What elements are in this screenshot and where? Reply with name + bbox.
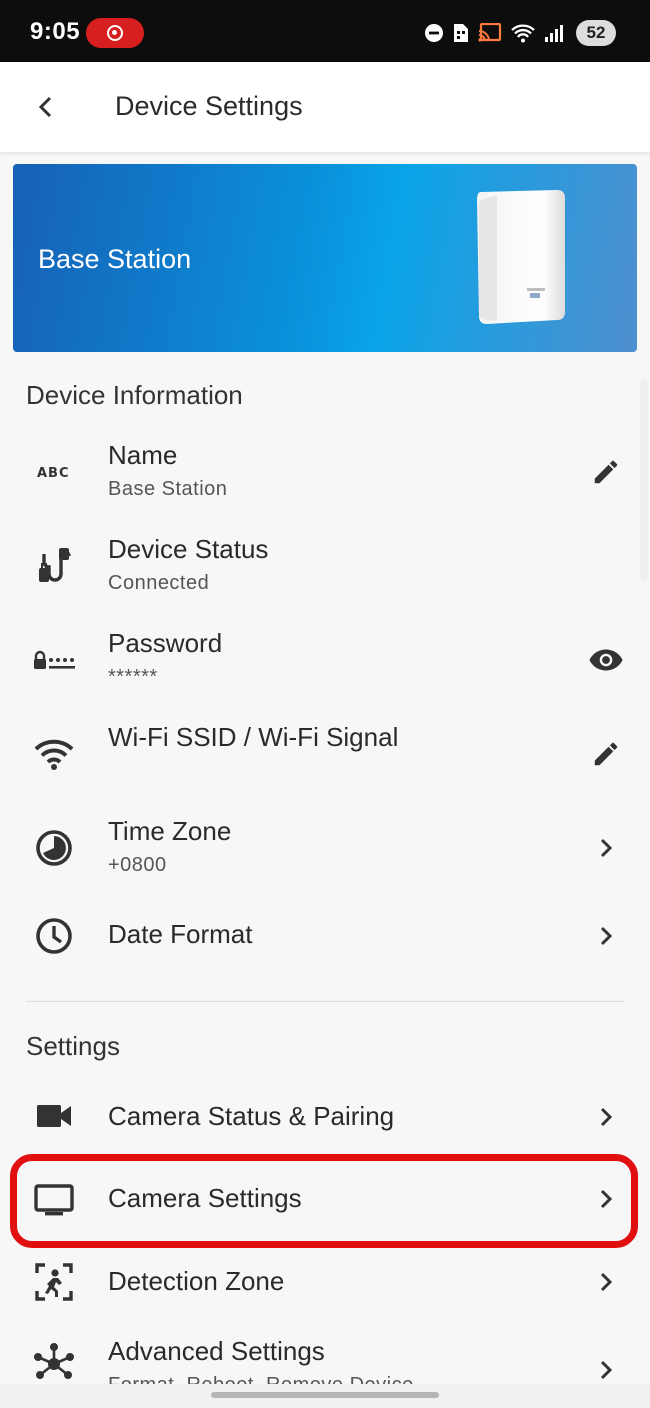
detection-zone-icon	[32, 1260, 76, 1304]
monitor-icon	[32, 1178, 76, 1222]
date-format-row[interactable]: Date Format	[0, 900, 650, 972]
hub-network-icon	[32, 1342, 76, 1384]
chevron-right-icon	[600, 1272, 613, 1292]
video-camera-icon	[32, 1094, 76, 1138]
edit-wifi-button[interactable]	[586, 734, 626, 774]
time-zone-label: Time Zone	[108, 816, 232, 846]
abc-text-icon: ABC	[32, 450, 76, 494]
password-label: Password	[108, 628, 223, 658]
chevron-right-icon	[600, 1360, 613, 1380]
edit-name-button[interactable]	[586, 452, 626, 492]
wifi-row[interactable]: Wi-Fi SSID / Wi-Fi Signal	[0, 712, 650, 802]
clock-icon	[32, 914, 76, 958]
password-icon	[32, 638, 76, 682]
chevron-right-icon	[600, 1107, 613, 1127]
detection-zone-chevron	[586, 1262, 626, 1302]
advanced-settings-row[interactable]: Advanced Settings Format, Reboot, Remove…	[0, 1326, 650, 1384]
cast-icon	[478, 23, 502, 42]
camera-settings-row[interactable]: Camera Settings	[0, 1162, 650, 1238]
status-bar: 9:05 52	[0, 0, 650, 62]
time-zone-chevron	[586, 828, 626, 868]
time-zone-value: +0800	[108, 854, 167, 876]
name-label: Name	[108, 440, 178, 470]
section-divider	[26, 1001, 624, 1002]
device-status-label: Device Status	[108, 534, 269, 564]
edit-pencil-icon	[594, 742, 618, 766]
wifi-label: Wi-Fi SSID / Wi-Fi Signal	[108, 722, 399, 752]
camera-status-pairing-row[interactable]: Camera Status & Pairing	[0, 1080, 650, 1152]
chevron-right-icon	[600, 838, 613, 858]
power-plug-icon	[32, 544, 76, 588]
gesture-nav-bar	[0, 1384, 650, 1408]
eye-visibility-icon	[589, 649, 623, 671]
time-zone-icon	[32, 826, 76, 870]
camera-settings-label: Camera Settings	[108, 1183, 302, 1213]
home-gesture-handle[interactable]	[211, 1392, 439, 1398]
wifi-icon	[32, 732, 76, 776]
do-not-disturb-icon	[425, 24, 443, 42]
date-format-chevron	[586, 916, 626, 956]
status-time: 9:05	[30, 18, 81, 45]
device-banner-label: Base Station	[38, 244, 192, 274]
camera-status-pairing-chevron	[586, 1097, 626, 1137]
name-value: Base Station	[108, 478, 228, 500]
device-information-title: Device Information	[26, 380, 243, 410]
camera-settings-chevron	[586, 1179, 626, 1219]
sim-card-icon	[454, 24, 468, 42]
signal-icon	[545, 25, 563, 42]
device-banner: Base Station	[13, 164, 637, 352]
date-format-label: Date Format	[108, 919, 253, 949]
status-icons	[424, 20, 564, 46]
detection-zone-row[interactable]: Detection Zone	[0, 1246, 650, 1318]
app-bar: Device Settings	[0, 62, 650, 152]
name-row[interactable]: ABC Name Base Station	[0, 430, 650, 520]
advanced-settings-label: Advanced Settings	[108, 1336, 325, 1366]
edit-pencil-icon	[594, 460, 618, 484]
device-status-value: Connected	[108, 572, 210, 594]
arrow-back-icon	[38, 96, 52, 118]
device-status-row: Device Status Connected	[0, 524, 650, 614]
scrollbar[interactable]	[640, 380, 648, 580]
settings-title: Settings	[26, 1031, 120, 1061]
camera-status-pairing-label: Camera Status & Pairing	[108, 1101, 395, 1131]
page-title: Device Settings	[115, 91, 303, 121]
chevron-right-icon	[600, 926, 613, 946]
svg-text:ABC: ABC	[37, 466, 70, 480]
detection-zone-label: Detection Zone	[108, 1266, 285, 1296]
battery-indicator: 52	[576, 20, 616, 46]
time-zone-row[interactable]: Time Zone +0800	[0, 806, 650, 896]
screen-record-indicator[interactable]	[86, 18, 144, 48]
back-button[interactable]	[26, 87, 66, 127]
toggle-password-visibility-button[interactable]	[586, 640, 626, 680]
record-icon	[107, 25, 123, 41]
password-row: Password ******	[0, 618, 650, 708]
password-value: ******	[108, 666, 158, 688]
chevron-right-icon	[600, 1189, 613, 1209]
advanced-settings-chevron	[586, 1350, 626, 1384]
wifi-icon	[511, 24, 535, 43]
advanced-settings-value: Format, Reboot, Remove Device	[108, 1374, 414, 1384]
base-station-device-image	[477, 190, 565, 324]
